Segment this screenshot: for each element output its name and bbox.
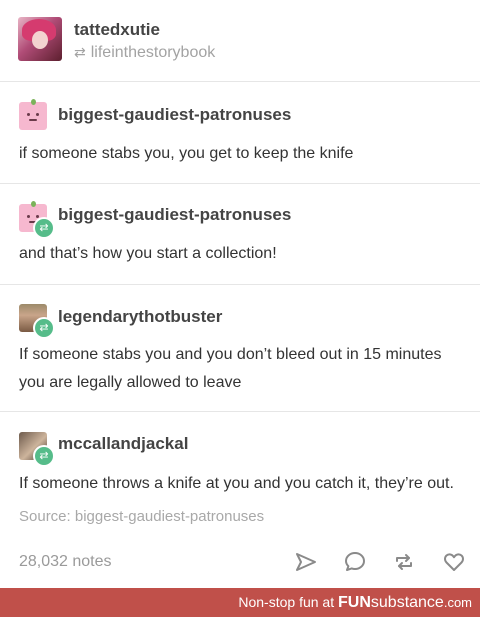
reply-text: and that’s how you start a collection! (19, 245, 277, 262)
reply-username[interactable]: legendarythotbuster (58, 307, 222, 327)
reblog-small-icon: ⇄ (74, 44, 86, 60)
reply-username[interactable]: biggest-gaudiest-patronuses (58, 105, 291, 125)
op-username[interactable]: tattedxutie (74, 20, 160, 40)
divider (0, 284, 480, 285)
brand-light: substance (370, 594, 444, 611)
avatar-face (32, 31, 48, 49)
peach-avatar[interactable] (19, 99, 47, 130)
reblog-badge-icon: ⇄ (33, 217, 55, 239)
avatar-mouth (29, 119, 37, 121)
reblog-badge-icon: ⇄ (33, 445, 55, 467)
avatar-eye (27, 215, 30, 218)
brand-bold: FUN (338, 594, 371, 611)
reply-username[interactable]: biggest-gaudiest-patronuses (58, 205, 291, 225)
reply-bubble-icon[interactable] (342, 549, 368, 575)
post-header: tattedxutie ⇄ lifeinthestorybook (0, 0, 480, 80)
reblogged-from[interactable]: ⇄ lifeinthestorybook (74, 44, 215, 62)
divider (0, 183, 480, 184)
heart-icon[interactable] (441, 549, 467, 575)
avatar-eye (27, 113, 30, 116)
send-icon[interactable] (293, 549, 319, 575)
reblog-icon[interactable] (391, 549, 417, 575)
reply-text: If someone stabs you and you don’t bleed… (19, 346, 442, 391)
brand-suffix: .com (443, 595, 472, 610)
watermark-text: Non-stop fun at FUNsubstance.com (238, 594, 472, 612)
avatar-leaf (31, 99, 36, 105)
divider (0, 81, 480, 82)
avatar-eye (36, 113, 39, 116)
reblog-badge-icon: ⇄ (33, 317, 55, 339)
reply-text: If someone throws a knife at you and you… (19, 475, 454, 492)
avatar-leaf (31, 201, 36, 207)
reply-username[interactable]: mccallandjackal (58, 434, 188, 454)
divider (0, 411, 480, 412)
notes-count[interactable]: 28,032 notes (19, 553, 112, 571)
reblogged-from-name: lifeinthestorybook (90, 44, 216, 61)
op-avatar[interactable] (18, 17, 62, 61)
source-link[interactable]: Source: biggest-gaudiest-patronuses (19, 508, 264, 525)
watermark-prefix: Non-stop fun at (238, 594, 338, 610)
reply-text: if someone stabs you, you get to keep th… (19, 145, 354, 162)
watermark-footer: Non-stop fun at FUNsubstance.com (0, 588, 480, 617)
